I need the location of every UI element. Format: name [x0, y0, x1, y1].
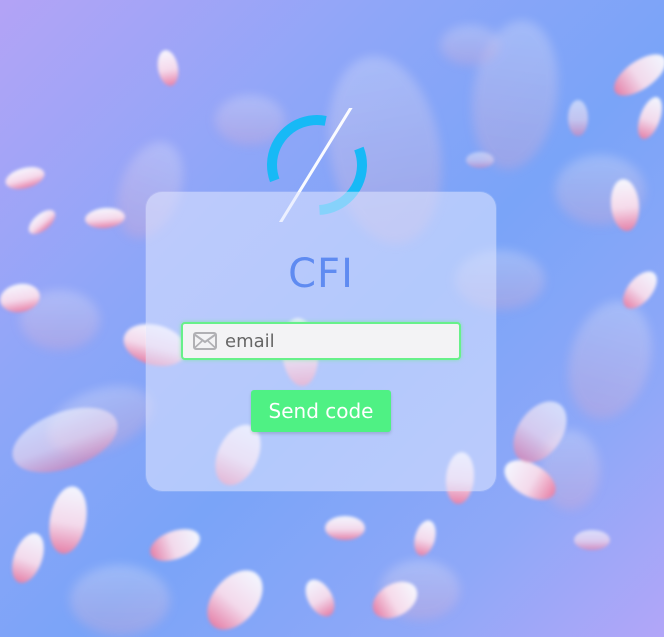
login-card: CFI Send code [146, 192, 496, 491]
page-title: CFI [288, 251, 354, 297]
email-field[interactable] [181, 322, 461, 360]
send-code-button[interactable]: Send code [251, 390, 391, 432]
envelope-icon [193, 332, 217, 350]
email-input[interactable] [225, 324, 453, 358]
